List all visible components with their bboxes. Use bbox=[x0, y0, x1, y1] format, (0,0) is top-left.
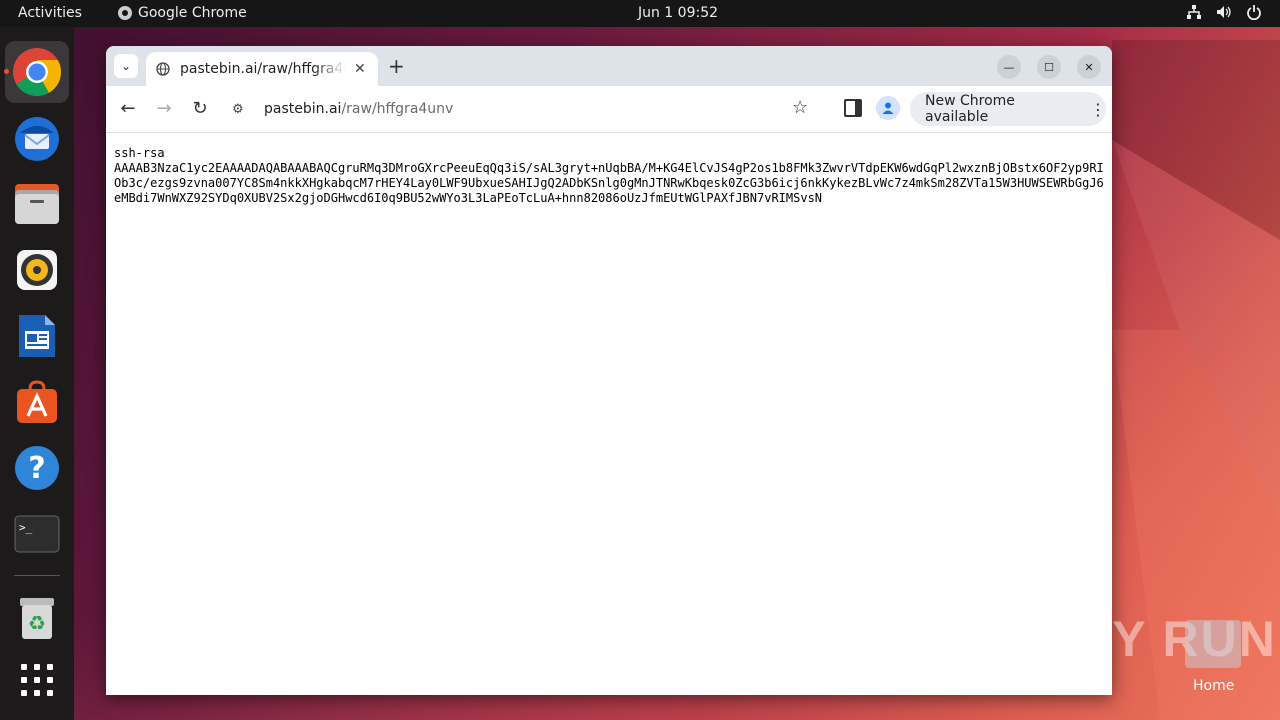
reload-icon: ↻ bbox=[192, 98, 208, 119]
dock-item-rhythmbox[interactable] bbox=[5, 239, 69, 301]
new-tab-button[interactable]: + bbox=[388, 54, 405, 78]
dock-item-show-apps[interactable] bbox=[5, 649, 69, 711]
rhythmbox-icon bbox=[17, 250, 57, 290]
dock-item-trash[interactable]: ♻ bbox=[5, 587, 69, 649]
new-chrome-available-button[interactable]: New Chrome available ⋮ bbox=[910, 92, 1106, 126]
volume-icon bbox=[1217, 6, 1231, 18]
update-label: New Chrome available bbox=[925, 93, 1015, 125]
top-bar: Activities Google Chrome Jun 1 09:52 bbox=[0, 0, 1280, 27]
dock-item-app-center[interactable] bbox=[5, 371, 69, 433]
dock-item-thunderbird[interactable] bbox=[5, 107, 69, 169]
profile-button[interactable] bbox=[876, 96, 900, 120]
app-center-icon bbox=[17, 380, 57, 423]
address-host: pastebin.ai bbox=[264, 101, 342, 117]
maximize-button[interactable]: ☐ bbox=[1037, 55, 1061, 79]
tab-title: pastebin.ai/raw/hffgra4unv bbox=[180, 61, 346, 77]
tab-strip: ⌄ pastebin.ai/raw/hffgra4unv ✕ + — ☐ ✕ bbox=[106, 46, 1112, 86]
thunderbird-icon bbox=[15, 117, 59, 161]
maximize-icon: ☐ bbox=[1044, 60, 1054, 74]
back-button[interactable]: ← bbox=[117, 98, 139, 119]
tab-pastebin[interactable]: pastebin.ai/raw/hffgra4unv ✕ bbox=[146, 52, 378, 86]
toolbar: ← → ↻ ⚙ pastebin.ai/raw/hffgra4unv ☆ New… bbox=[106, 86, 1112, 133]
dock-separator bbox=[14, 575, 60, 576]
address-bar[interactable]: ⚙ pastebin.ai/raw/hffgra4unv bbox=[224, 93, 824, 125]
dock-item-files[interactable] bbox=[5, 173, 69, 235]
address-url: pastebin.ai/raw/hffgra4unv bbox=[264, 101, 453, 117]
system-tray[interactable] bbox=[1186, 4, 1262, 20]
bookmark-star-icon[interactable]: ☆ bbox=[792, 97, 808, 118]
reload-button[interactable]: ↻ bbox=[189, 98, 211, 119]
clock[interactable]: Jun 1 09:52 bbox=[0, 5, 1280, 21]
dock-item-chrome[interactable] bbox=[4, 41, 69, 103]
close-icon: ✕ bbox=[1084, 60, 1094, 74]
svg-text:>_: >_ bbox=[19, 521, 33, 534]
chrome-window: ⌄ pastebin.ai/raw/hffgra4unv ✕ + — ☐ ✕ ←… bbox=[106, 46, 1112, 695]
raw-paste-text[interactable]: ssh-rsa AAAAB3NzaC1yc2EAAAADAQABAAABAQCg… bbox=[114, 146, 1106, 206]
forward-button[interactable]: → bbox=[153, 98, 175, 119]
tab-search-button[interactable]: ⌄ bbox=[114, 54, 138, 78]
site-info-icon[interactable]: ⚙ bbox=[232, 102, 254, 117]
dock-item-terminal[interactable]: >_ bbox=[5, 503, 69, 565]
minimize-button[interactable]: — bbox=[997, 55, 1021, 79]
trash-icon: ♻ bbox=[20, 598, 54, 639]
home-label[interactable]: Home bbox=[1193, 678, 1234, 694]
power-icon bbox=[1247, 5, 1261, 20]
svg-text:♻: ♻ bbox=[28, 611, 46, 635]
page-content: ssh-rsa AAAAB3NzaC1yc2EAAAADAQABAAABAQCg… bbox=[106, 133, 1112, 695]
dock-item-help[interactable]: ? bbox=[5, 437, 69, 499]
files-icon bbox=[15, 184, 59, 224]
dock: ? >_ ♻ bbox=[0, 27, 74, 720]
side-panel-icon[interactable] bbox=[844, 99, 862, 117]
home-folder-icon[interactable] bbox=[1185, 620, 1241, 668]
globe-icon bbox=[156, 62, 170, 76]
help-icon: ? bbox=[15, 446, 59, 490]
close-window-button[interactable]: ✕ bbox=[1077, 55, 1101, 79]
chrome-icon bbox=[13, 48, 62, 97]
minimize-icon: — bbox=[1003, 60, 1015, 74]
arrow-right-icon: → bbox=[156, 98, 172, 119]
dock-item-writer[interactable] bbox=[5, 305, 69, 367]
tab-close-icon[interactable]: ✕ bbox=[354, 61, 366, 77]
person-icon bbox=[882, 102, 894, 114]
more-vert-icon[interactable]: ⋮ bbox=[1090, 100, 1106, 119]
terminal-icon: >_ bbox=[14, 515, 60, 553]
address-path: /raw/hffgra4unv bbox=[341, 101, 454, 117]
writer-icon bbox=[19, 315, 55, 357]
app-grid-icon bbox=[21, 664, 53, 696]
network-icon bbox=[1187, 5, 1201, 19]
running-indicator bbox=[4, 69, 9, 74]
arrow-left-icon: ← bbox=[120, 98, 136, 119]
chevron-down-icon: ⌄ bbox=[120, 59, 132, 73]
svg-text:?: ? bbox=[28, 451, 45, 486]
